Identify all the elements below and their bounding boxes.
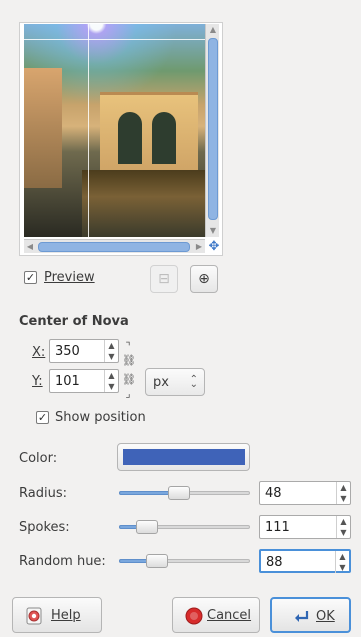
help-icon [26,607,42,625]
y-increment-icon[interactable]: ▲ [105,370,118,381]
y-label: Y: [32,374,43,389]
radius-slider[interactable] [119,483,250,503]
spokes-slider-handle[interactable] [136,520,158,534]
unit-value: px [153,375,169,390]
vertical-scrollbar[interactable]: ▲ ▼ [205,24,219,237]
y-spinbox[interactable]: 101 ▲ ▼ [49,369,119,393]
cancel-icon [185,607,203,625]
zoom-in-button[interactable]: ⊕ [190,265,218,293]
color-label: Color: [19,451,58,466]
vertical-scroll-thumb[interactable] [208,38,218,220]
unit-select[interactable]: px ⌃ ⌄ [145,368,205,396]
color-swatch [123,449,245,465]
help-button[interactable]: Help [12,597,102,633]
navigate-icon[interactable]: ✥ [207,240,221,254]
radius-slider-handle[interactable] [168,486,190,500]
spokes-spinbox[interactable]: 111 ▲ ▼ [259,515,351,539]
crosshair-horizontal [24,39,205,40]
spokes-decrement-icon[interactable]: ▼ [337,527,350,538]
radius-spinbox[interactable]: 48 ▲ ▼ [259,481,351,505]
random-hue-slider[interactable] [119,551,250,571]
y-value[interactable]: 101 [55,374,80,389]
y-decrement-icon[interactable]: ▼ [105,381,118,392]
spokes-increment-icon[interactable]: ▲ [337,516,350,527]
radius-increment-icon[interactable]: ▲ [337,482,350,493]
scroll-left-icon[interactable]: ◀ [24,240,36,254]
horizontal-scrollbar[interactable]: ◀ ▶ [24,239,205,253]
enter-arrow-icon [295,611,309,622]
crosshair-vertical [88,24,89,237]
ok-button[interactable]: OK [270,597,351,633]
scroll-right-icon[interactable]: ▶ [193,240,205,254]
help-label: Help [51,608,81,623]
zoom-out-button[interactable]: ⊟ [150,265,178,293]
zoom-in-icon: ⊕ [198,271,210,287]
center-heading: Center of Nova [19,314,129,329]
preview-label: Preview [44,270,95,285]
random-hue-value[interactable]: 88 [266,555,283,570]
spokes-value[interactable]: 111 [265,520,290,535]
random-hue-slider-handle[interactable] [146,554,168,568]
x-decrement-icon[interactable]: ▼ [105,351,118,362]
x-value[interactable]: 350 [55,344,80,359]
zoom-out-icon: ⊟ [158,271,170,287]
radius-decrement-icon[interactable]: ▼ [337,493,350,504]
cancel-label: Cancel [207,608,252,623]
spokes-slider[interactable] [119,517,250,537]
random-hue-spinbox[interactable]: 88 ▲ ▼ [259,549,351,573]
show-position-label: Show position [55,410,146,425]
radius-value[interactable]: 48 [265,486,282,501]
random-hue-label: Random hue: [19,554,106,569]
x-spinbox[interactable]: 350 ▲ ▼ [49,339,119,363]
radius-label: Radius: [19,486,67,501]
scroll-down-icon[interactable]: ▼ [206,225,220,237]
horizontal-scroll-thumb[interactable] [38,242,190,252]
random-hue-decrement-icon[interactable]: ▼ [336,562,349,573]
cancel-button[interactable]: Cancel [172,597,260,633]
x-increment-icon[interactable]: ▲ [105,340,118,351]
scroll-up-icon[interactable]: ▲ [206,24,220,36]
preview-checkbox[interactable]: ✓ [24,271,37,284]
show-position-checkbox[interactable]: ✓ [36,411,49,424]
chain-link-icon[interactable]: ⌝ ⛓ ⛓ ⌟ [122,341,136,399]
random-hue-increment-icon[interactable]: ▲ [336,551,349,562]
ok-label: OK [316,609,335,624]
preview-image[interactable] [24,24,205,237]
x-label: X: [32,345,46,360]
color-button[interactable] [117,443,250,471]
spokes-label: Spokes: [19,520,70,535]
